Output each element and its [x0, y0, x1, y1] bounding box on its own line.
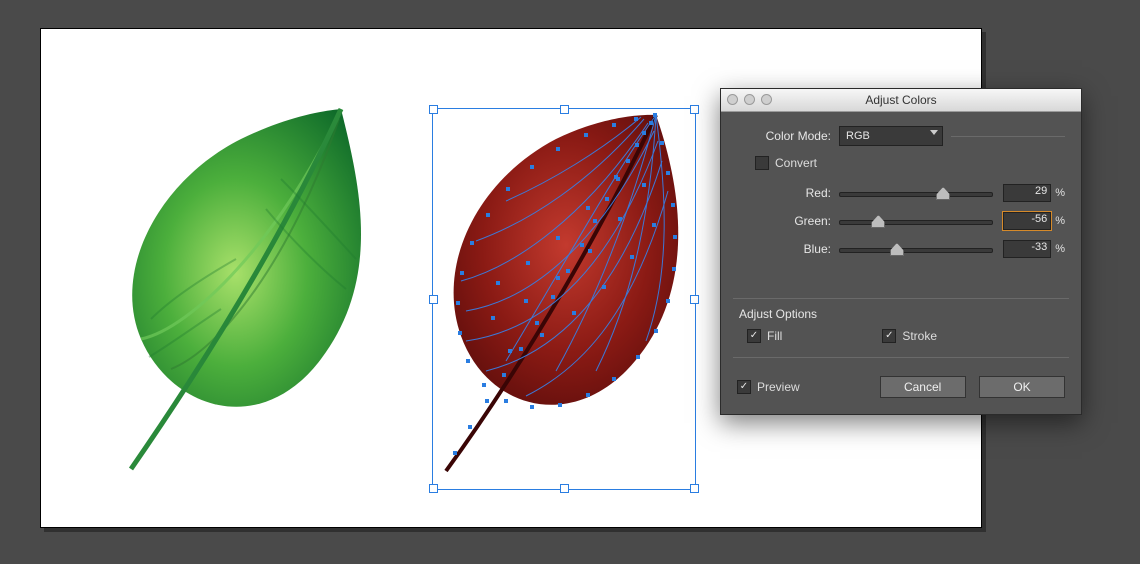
selection-handle[interactable]: [690, 484, 699, 493]
blue-value[interactable]: -33: [1003, 240, 1051, 258]
red-label: Red:: [737, 186, 839, 200]
fill-checkbox[interactable]: ✓: [747, 329, 761, 343]
divider: [951, 136, 1065, 137]
blue-unit: %: [1055, 243, 1065, 255]
selection-handle[interactable]: [429, 484, 438, 493]
chevron-down-icon: [930, 130, 938, 135]
divider: [733, 298, 1069, 299]
cancel-button[interactable]: Cancel: [880, 376, 966, 398]
slider-row-blue: Blue: -33 %: [737, 240, 1065, 258]
dialog-title: Adjust Colors: [865, 93, 936, 107]
slider-row-green: Green: -56 %: [737, 212, 1065, 230]
selection-handle[interactable]: [690, 295, 699, 304]
convert-label: Convert: [775, 156, 817, 170]
color-mode-row: Color Mode: RGB: [737, 126, 1065, 146]
minimize-icon[interactable]: [744, 94, 755, 105]
green-slider[interactable]: [839, 214, 993, 228]
zoom-icon[interactable]: [761, 94, 772, 105]
divider: [733, 357, 1069, 358]
leaf-green: [101, 99, 391, 499]
red-value[interactable]: 29: [1003, 184, 1051, 202]
dialog-titlebar[interactable]: Adjust Colors: [721, 89, 1081, 112]
color-mode-value: RGB: [846, 130, 870, 142]
green-value[interactable]: -56: [1003, 212, 1051, 230]
leaf-red-selected[interactable]: [436, 111, 690, 485]
convert-checkbox[interactable]: [755, 156, 769, 170]
color-mode-select[interactable]: RGB: [839, 126, 943, 146]
green-unit: %: [1055, 215, 1065, 227]
blue-label: Blue:: [737, 242, 839, 256]
adjust-colors-dialog: Adjust Colors Color Mode: RGB Convert Re…: [720, 88, 1082, 415]
ok-button[interactable]: OK: [979, 376, 1065, 398]
stroke-label: Stroke: [902, 329, 937, 343]
slider-row-red: Red: 29 %: [737, 184, 1065, 202]
selection-handle[interactable]: [560, 484, 569, 493]
preview-checkbox[interactable]: ✓: [737, 380, 751, 394]
fill-label: Fill: [767, 329, 782, 343]
selection-handle[interactable]: [690, 105, 699, 114]
app-workspace: Adjust Colors Color Mode: RGB Convert Re…: [0, 0, 1140, 564]
color-mode-label: Color Mode:: [737, 129, 839, 143]
preview-label: Preview: [757, 380, 800, 394]
red-slider[interactable]: [839, 186, 993, 200]
green-label: Green:: [737, 214, 839, 228]
stroke-checkbox[interactable]: ✓: [882, 329, 896, 343]
red-unit: %: [1055, 187, 1065, 199]
blue-slider[interactable]: [839, 242, 993, 256]
adjust-options-title: Adjust Options: [739, 307, 1065, 321]
close-icon[interactable]: [727, 94, 738, 105]
